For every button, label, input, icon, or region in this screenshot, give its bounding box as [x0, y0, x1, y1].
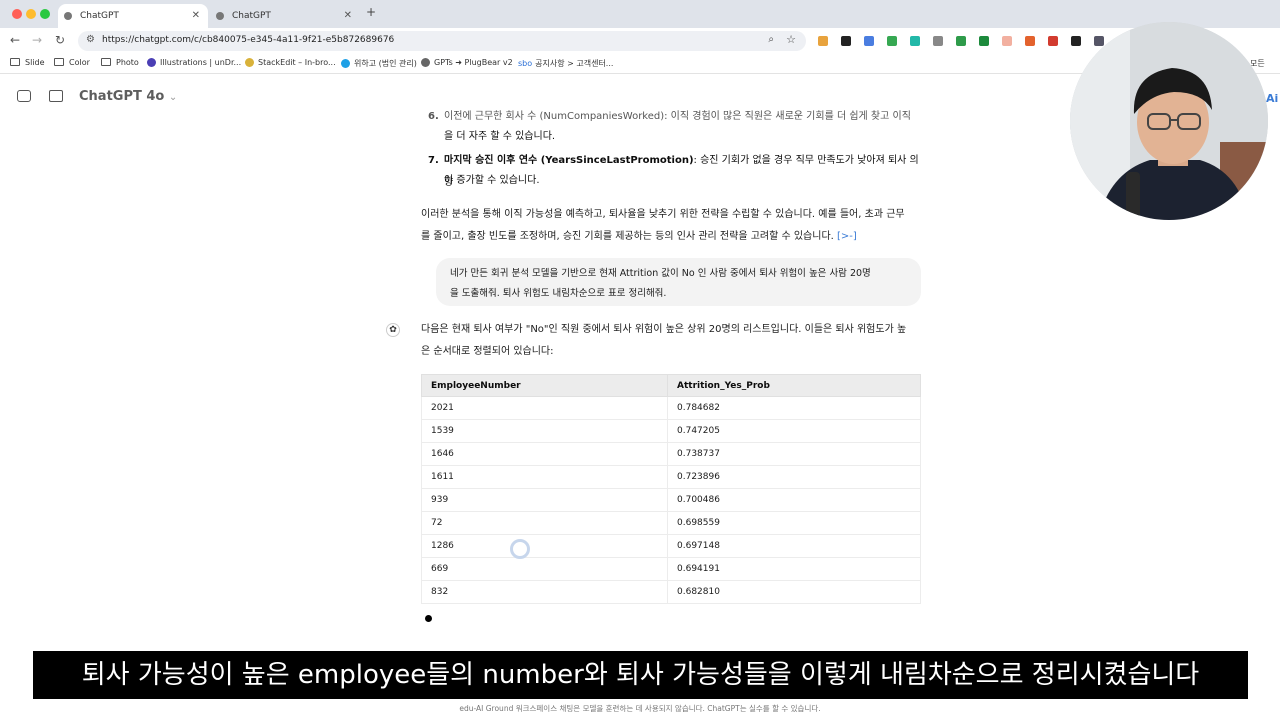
extension-translate-icon[interactable] [864, 36, 874, 46]
column-header: Attrition_Yes_Prob [667, 374, 921, 397]
webcam-overlay [1070, 22, 1268, 220]
bookmark-notice[interactable]: sbo 공지사항 > 고객센터... [518, 58, 613, 69]
close-tab-icon[interactable]: ✕ [344, 4, 352, 28]
back-arrow-icon[interactable]: ← [10, 33, 20, 47]
list-item-text: 이전에 근무한 회사 수 (NumCompaniesWorked): 이직 경험… [444, 111, 911, 122]
close-tab-icon[interactable]: ✕ [192, 4, 200, 28]
extension-icon[interactable] [910, 36, 920, 46]
url-text: https://chatgpt.com/c/cb840075-e345-4a11… [102, 35, 395, 45]
bookmark-color[interactable]: Color [54, 58, 90, 67]
presenter-video-icon [1070, 22, 1268, 220]
extension-icon[interactable] [1025, 36, 1035, 46]
extension-pen-icon[interactable] [841, 36, 851, 46]
extension-cloud-icon[interactable] [933, 36, 943, 46]
table-row: 2021 0.784682 [421, 396, 921, 420]
table-row: 669 0.694191 [421, 557, 921, 581]
list-item-bold: 마지막 승진 이후 연수 (YearsSinceLastPromotion) [444, 155, 694, 166]
chatgpt-logo-icon: ✿ [386, 323, 400, 337]
table-row: 1611 0.723896 [421, 465, 921, 489]
folder-icon [101, 58, 111, 66]
table-row: 1286 0.697148 [421, 534, 921, 558]
bookmark-wehago[interactable]: 위하고 (법인 관리) [341, 58, 417, 69]
window-zoom-button[interactable] [40, 9, 50, 19]
streaming-indicator-icon [425, 615, 432, 622]
list-number: 7. [428, 155, 439, 166]
model-selector[interactable]: ChatGPT 4o ⌄ [79, 89, 177, 104]
folder-icon [54, 58, 64, 66]
reload-icon[interactable]: ↻ [55, 33, 65, 47]
extension-icon[interactable] [887, 36, 897, 46]
sidebar-toggle-icon[interactable] [17, 90, 31, 102]
table-row: 1646 0.738737 [421, 442, 921, 466]
table-row: 72 0.698559 [421, 511, 921, 535]
summary-paragraph: 이러한 분석을 통해 이직 가능성을 예측하고, 퇴사율을 낮추기 위한 전략을… [421, 209, 905, 242]
extension-icon[interactable] [1094, 36, 1104, 46]
browser-toolbar: ← → ↻ ⚙ https://chatgpt.com/c/cb840075-e… [0, 28, 1280, 54]
browser-tab-2[interactable]: ChatGPT ✕ [210, 4, 360, 28]
table-header-row: EmployeeNumber Attrition_Yes_Prob [421, 374, 921, 397]
window-minimize-button[interactable] [26, 9, 36, 19]
header-right-label: Ai [1266, 92, 1279, 105]
extension-icon[interactable] [818, 36, 828, 46]
attrition-table: EmployeeNumber Attrition_Yes_Prob 2021 0.… [421, 374, 921, 604]
site-settings-icon[interactable]: ⚙ [86, 34, 95, 45]
mouse-cursor-highlight [510, 539, 530, 559]
wehago-favicon-icon [341, 59, 350, 68]
folder-icon [10, 58, 20, 66]
extension-icon[interactable] [1002, 36, 1012, 46]
browser-tab-1[interactable]: ChatGPT ✕ [58, 4, 208, 28]
bookmark-star-icon[interactable]: ☆ [786, 33, 796, 46]
extension-icon[interactable] [1048, 36, 1058, 46]
user-message-bubble: 네가 만든 회귀 분석 모델을 기반으로 현재 Attrition 값이 No … [436, 258, 921, 306]
new-tab-button[interactable]: + [366, 5, 376, 19]
tab-title: ChatGPT [232, 11, 271, 21]
address-bar[interactable]: ⚙ https://chatgpt.com/c/cb840075-e345-4a… [78, 31, 806, 51]
list-item-text: 을 더 자주 할 수 있습니다. [444, 131, 556, 142]
extension-icon[interactable] [1071, 36, 1081, 46]
zoom-icon[interactable]: ⌕ [768, 34, 774, 45]
column-header: EmployeeNumber [421, 374, 668, 397]
extension-icon[interactable] [956, 36, 966, 46]
extension-icon[interactable] [979, 36, 989, 46]
bookmark-stackedit[interactable]: StackEdit – In-bro... [245, 58, 336, 67]
list-item-text: 이 증가할 수 있습니다. [444, 175, 540, 186]
disclaimer-footer: edu-AI Ground 워크스페이스 채팅은 모델을 훈련하는 데 사용되지… [459, 704, 821, 713]
openai-favicon-icon [216, 12, 224, 20]
bookmark-plugbear[interactable]: GPTs ➜ PlugBear v2 [421, 58, 513, 67]
table-row: 939 0.700486 [421, 488, 921, 512]
stackedit-favicon-icon [245, 58, 254, 67]
table-row: 832 0.682810 [421, 580, 921, 604]
globe-icon [421, 58, 430, 67]
video-subtitle: 퇴사 가능성이 높은 employee들의 number와 퇴사 가능성들을 이… [33, 651, 1248, 699]
assistant-reply-intro: 다음은 현재 퇴사 여부가 "No"인 직원 중에서 퇴사 위험이 높은 상위 … [421, 324, 907, 357]
bookmark-photo[interactable]: Photo [101, 58, 139, 67]
bookmark-illustrations[interactable]: Illustrations | unDr... [147, 58, 241, 67]
forward-arrow-icon[interactable]: → [32, 33, 42, 47]
openai-favicon-icon [64, 12, 72, 20]
citation-link[interactable]: [>-] [837, 231, 857, 242]
tab-title: ChatGPT [80, 11, 119, 21]
table-row: 1539 0.747205 [421, 419, 921, 443]
new-chat-icon[interactable] [49, 90, 63, 102]
undraw-favicon-icon [147, 58, 156, 67]
browser-tab-strip: ChatGPT ✕ ChatGPT ✕ + [0, 0, 1280, 28]
window-close-button[interactable] [12, 9, 22, 19]
bookmark-slide[interactable]: Slide [10, 58, 45, 67]
chevron-down-icon: ⌄ [168, 92, 178, 103]
